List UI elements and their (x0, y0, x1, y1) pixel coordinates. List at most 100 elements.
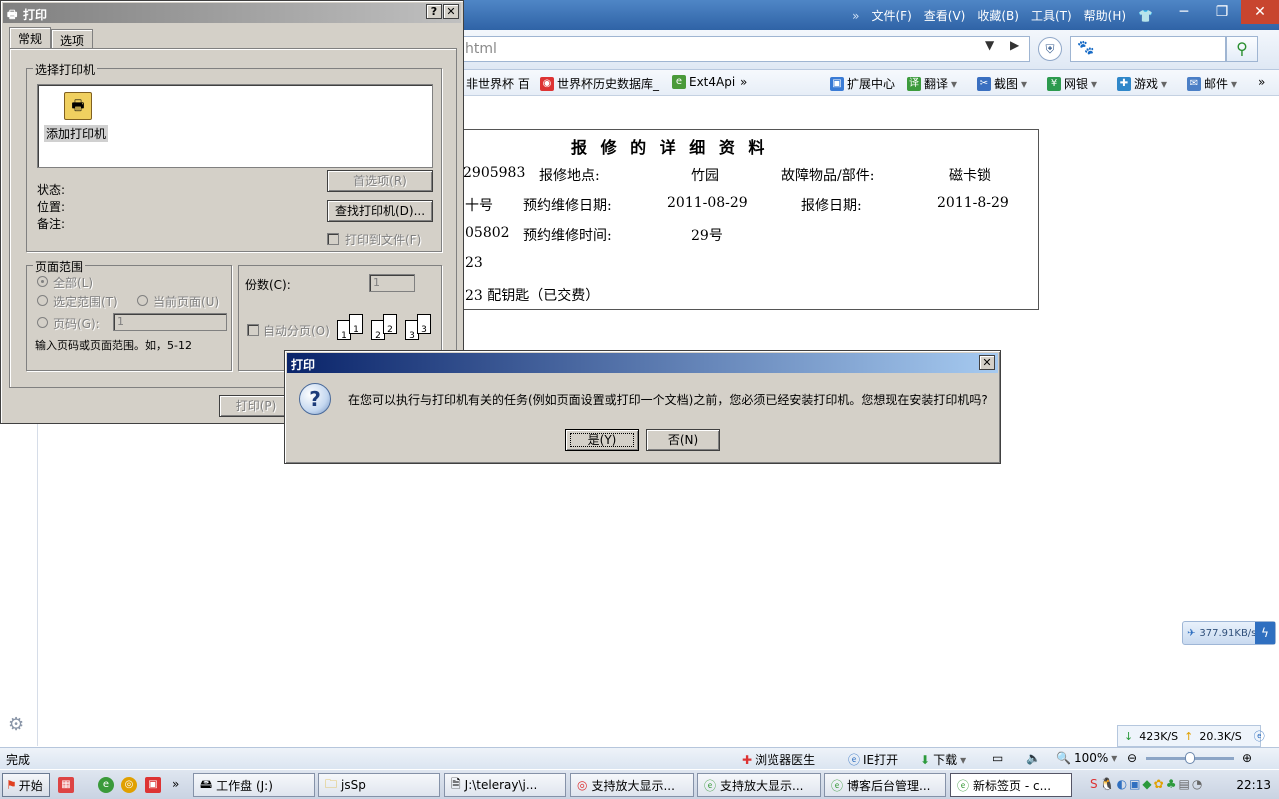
address-bar[interactable]: html (440, 36, 1030, 62)
address-dropdown-icon[interactable]: ▼ (985, 38, 994, 52)
select-printer-group: 选择打印机 🖶 添加打印机 状态: 位置: 备注: 首选项(R) 查找打印机(D… (26, 61, 442, 252)
printer-list[interactable]: 🖶 添加打印机 (37, 84, 433, 168)
copies-input[interactable]: 1 (369, 274, 415, 292)
drive-icon: 🖴 (200, 776, 213, 791)
go-arrow-icon[interactable]: ▶ (1010, 38, 1019, 52)
tray-icon[interactable]: ◐ (1117, 777, 1127, 791)
add-printer-icon[interactable]: 🖶 (64, 92, 92, 120)
collate-checkbox[interactable] (247, 324, 259, 336)
menu-file[interactable]: 文件(F) (871, 7, 911, 24)
range-pages-radio[interactable] (37, 317, 48, 328)
report-cell: 报修日期: (801, 198, 862, 214)
browser-icon: ⓔ (704, 778, 717, 793)
help-button[interactable]: ? (426, 4, 442, 19)
toolbar-more[interactable]: » (1258, 75, 1265, 89)
zoom-control[interactable]: 🔍 100% ▾ (1056, 751, 1117, 765)
zoom-in-icon[interactable]: ⊕ (1242, 751, 1252, 765)
ie-open-button[interactable]: ⓔ IE打开 (848, 751, 898, 768)
document-icon: 🗎 (451, 776, 461, 791)
favorites-more[interactable]: » (740, 75, 747, 89)
report-cell: 预约维修时间: (523, 228, 612, 244)
tray-icon[interactable]: ◆ (1142, 777, 1151, 791)
restore-button[interactable]: ❐ (1203, 0, 1241, 24)
menu-more[interactable]: » (852, 9, 859, 23)
app-icon[interactable]: ▣ (145, 777, 161, 793)
network-widget[interactable]: ↓ 423K/S ↑ 20.3K/S ⓔ (1117, 725, 1265, 747)
browser-doctor-button[interactable]: ✚ 浏览器医生 (742, 751, 815, 768)
add-printer-label[interactable]: 添加打印机 (44, 125, 109, 142)
extension-center[interactable]: ▣ 扩展中心 (830, 75, 895, 92)
close-button[interactable]: ✕ (1241, 0, 1279, 24)
report-title: 报 修 的 详 细 资 料 (571, 138, 769, 157)
start-button[interactable]: ⚑ 开始 (2, 773, 50, 797)
menu-favorites[interactable]: 收藏(B) (977, 7, 1019, 24)
menu-view[interactable]: 查看(V) (924, 7, 966, 24)
tab-general[interactable]: 常规 (9, 27, 52, 49)
report-cell: 竹园 (691, 168, 719, 184)
range-all-label: 全部(L) (53, 276, 94, 290)
search-icon[interactable]: ⚲ (1226, 36, 1258, 62)
task-button[interactable]: 🗎 J:\teleray\j... (444, 773, 566, 797)
task-button[interactable]: 🗀 jsSp (318, 773, 440, 797)
search-input[interactable]: 🐾 (1070, 36, 1226, 62)
extension-icon: ▣ (830, 76, 844, 91)
tray-icon[interactable]: ▤ (1178, 777, 1189, 791)
quicklaunch-more[interactable]: » (172, 777, 179, 791)
range-selection-radio[interactable] (37, 295, 48, 306)
task-button[interactable]: ◎ 支持放大显示... (570, 773, 694, 797)
games-tool[interactable]: ✚ 游戏 ▾ (1117, 75, 1167, 92)
ie-icon[interactable]: ⓔ (1254, 728, 1265, 744)
range-all-radio[interactable] (37, 276, 48, 287)
bolt-icon[interactable]: ϟ (1255, 622, 1275, 644)
yes-button[interactable]: 是(Y) (565, 429, 639, 451)
weibo-icon: ◉ (540, 76, 554, 91)
zoom-slider-thumb[interactable] (1185, 752, 1195, 764)
print-to-file-checkbox[interactable] (327, 233, 339, 245)
tray-icon[interactable]: ◔ (1192, 777, 1202, 791)
translate-tool[interactable]: 译翻译 ▾ (907, 75, 957, 92)
pages-input[interactable]: 1 (113, 313, 227, 331)
zoom-out-icon[interactable]: ⊖ (1127, 751, 1137, 765)
favorite-label: 世界杯历史数据库_ (557, 77, 660, 91)
tray-icon[interactable]: S (1090, 777, 1098, 791)
netbank-tool[interactable]: ¥ 网银 ▾ (1047, 75, 1097, 92)
tray-icon[interactable]: ✿ (1154, 777, 1164, 791)
print-dialog-close-button[interactable]: ✕ (443, 4, 459, 19)
task-button-active[interactable]: ⓔ 新标签页 - c... (950, 773, 1072, 797)
browser-icon[interactable]: e (98, 777, 114, 793)
tab-options[interactable]: 选项 (51, 29, 94, 49)
tray-icon[interactable]: ♣ (1166, 777, 1177, 791)
gear-icon[interactable]: ⚙ (8, 714, 24, 735)
qq-icon[interactable]: 🐧 (1100, 777, 1115, 791)
menu-help[interactable]: 帮助(H) (1084, 7, 1126, 24)
chrome-icon[interactable]: ◎ (121, 777, 137, 793)
menu-tools[interactable]: 工具(T) (1031, 7, 1072, 24)
preferences-button[interactable]: 首选项(R) (327, 170, 433, 192)
confirm-dialog-close-button[interactable]: ✕ (979, 355, 995, 370)
shield-icon[interactable]: ⛨ (1038, 37, 1062, 61)
minimize-button[interactable]: ─ (1165, 0, 1203, 24)
screenshot-tool[interactable]: ✂ 截图 ▾ (977, 75, 1027, 92)
favorite-item[interactable]: ◉ 世界杯历史数据库_ (540, 75, 659, 92)
mail-tool[interactable]: ✉ 邮件 ▾ (1187, 75, 1237, 92)
chevron-down-icon: ▾ (1021, 76, 1028, 91)
desktop-icon[interactable]: ▦ (58, 777, 74, 793)
no-button[interactable]: 否(N) (646, 429, 720, 451)
monitor-icon[interactable]: ▭ (992, 751, 1003, 765)
favorite-item[interactable]: e Ext4Api (672, 75, 735, 89)
range-current-radio[interactable] (137, 295, 148, 306)
tray-icon[interactable]: ▣ (1129, 777, 1140, 791)
task-button[interactable]: 🖴 工作盘 (J:) (193, 773, 315, 797)
download-button[interactable]: ⬇ 下载 ▾ (920, 751, 966, 768)
print-button[interactable]: 打印(P) (219, 395, 293, 417)
skin-icon[interactable]: 👕 (1138, 9, 1153, 23)
print-dialog-title: 打印 (23, 8, 48, 22)
favorite-item[interactable]: 非世界杯 百 (466, 75, 530, 92)
speaker-icon[interactable]: 🔈 (1026, 751, 1041, 765)
speed-widget[interactable]: ✈ 377.91KB/s ϟ (1182, 621, 1276, 645)
task-button[interactable]: ⓔ 支持放大显示... (697, 773, 821, 797)
task-button[interactable]: ⓔ 博客后台管理... (824, 773, 946, 797)
translate-label: 翻译 (924, 77, 949, 91)
find-printer-button[interactable]: 查找打印机(D)... (327, 200, 433, 222)
report-cell: 磁卡锁 (949, 168, 991, 184)
